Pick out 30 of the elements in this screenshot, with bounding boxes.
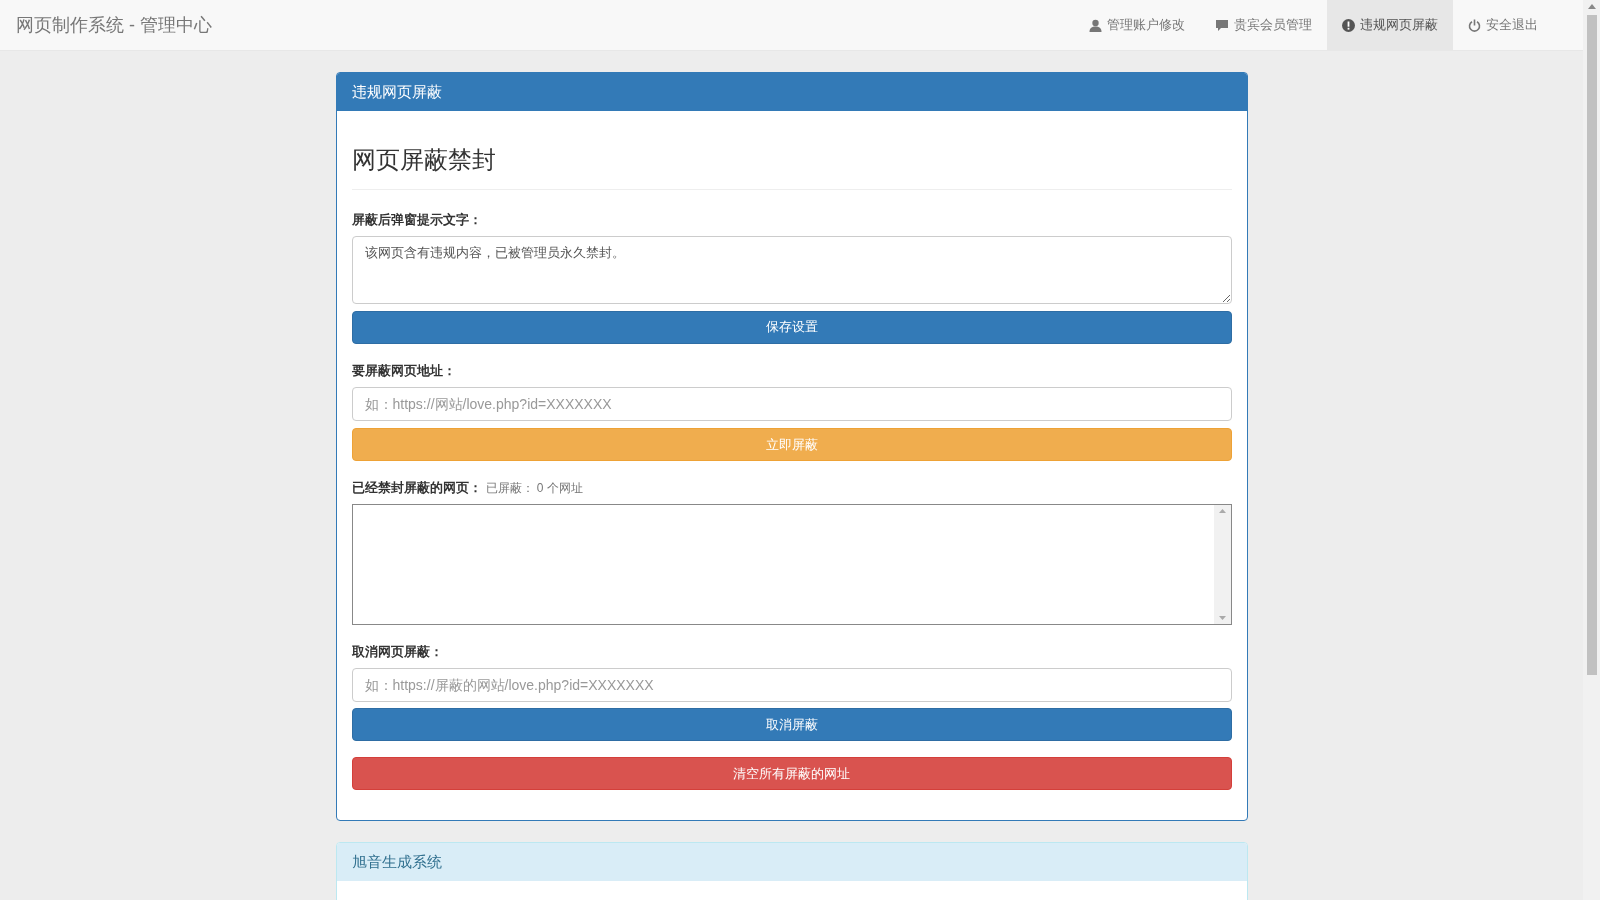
unblock-button[interactable]: 取消屏蔽 xyxy=(351,708,1232,741)
nav-item[interactable]: 管理账户修改 xyxy=(1074,0,1200,50)
panel-title: 违规网页屏蔽 xyxy=(336,73,1247,111)
message-textarea[interactable]: 该网页含有违规内容，已被管理员永久禁封。 xyxy=(351,235,1232,304)
field-label: 已经禁封屏蔽的网页： xyxy=(351,479,482,497)
clear-button[interactable]: 清空所有屏蔽的网址 xyxy=(351,757,1232,790)
save-button[interactable]: 保存设置 xyxy=(351,310,1232,344)
url-input[interactable]: 如：https://网站/love.php?id=XXXXXXX xyxy=(351,387,1232,421)
speech-bubble-icon xyxy=(1215,18,1229,32)
scroll-down-icon[interactable] xyxy=(1218,615,1226,620)
nav-item[interactable]: 安全退出 xyxy=(1453,0,1553,50)
blocked-count: 已屏蔽： 0 个网址 xyxy=(485,480,583,497)
navbar-brand[interactable]: 网页制作系统 - 管理中心 xyxy=(0,0,228,50)
exclamation-icon xyxy=(1342,18,1355,32)
nav-item[interactable]: 贵宾会员管理 xyxy=(1200,0,1327,50)
scroll-up-icon[interactable] xyxy=(1218,508,1226,513)
page-scrollbar[interactable] xyxy=(1583,0,1600,900)
nav-item[interactable]: 违规网页屏蔽 xyxy=(1327,0,1453,50)
scroll-up-icon[interactable] xyxy=(1587,4,1596,9)
page-heading: 网页屏蔽禁封 xyxy=(351,111,1232,190)
field-label: 屏蔽后弹窗提示文字： xyxy=(351,211,483,229)
scrollbar[interactable] xyxy=(1213,504,1231,624)
field-label: 取消网页屏蔽： xyxy=(351,642,444,661)
url-input[interactable]: 如：https://屏蔽的网站/love.php?id=XXXXXXX xyxy=(351,668,1232,702)
panel-title: 旭音生成系统 xyxy=(336,843,1247,881)
user-icon xyxy=(1089,18,1102,32)
scrollbar-thumb[interactable] xyxy=(1586,15,1597,675)
field-label: 要屏蔽网页地址： xyxy=(351,361,457,380)
power-icon xyxy=(1468,18,1481,32)
blocked-list[interactable] xyxy=(351,503,1232,625)
